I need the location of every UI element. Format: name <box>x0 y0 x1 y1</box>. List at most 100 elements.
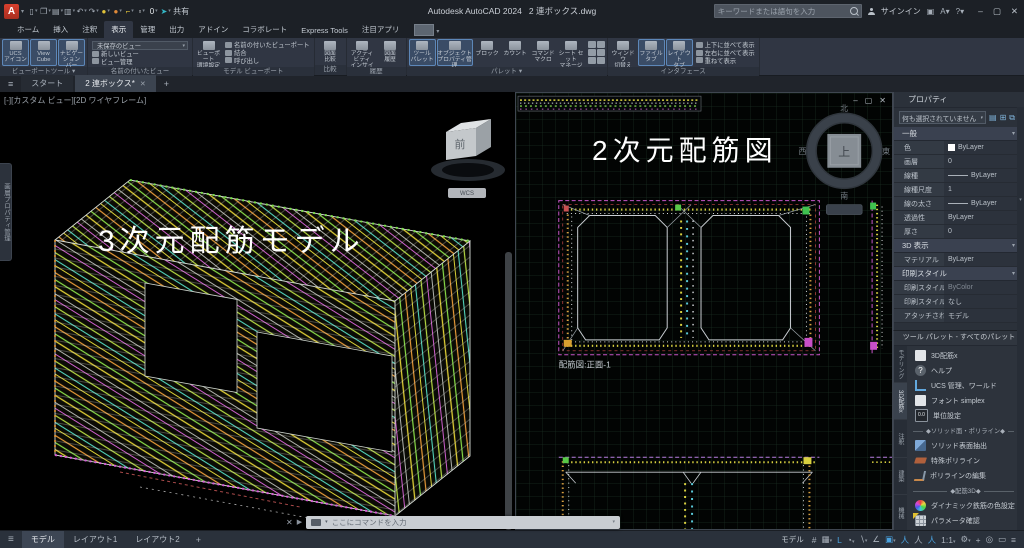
vp-restore-icon[interactable]: ▢ <box>865 96 873 105</box>
count-button[interactable]: カウント <box>502 39 529 66</box>
activity-insights-button[interactable]: アクティビティ インサイト <box>349 39 376 66</box>
annotation-monitor-icon[interactable]: +▾ <box>976 535 981 545</box>
sheet-set-manager-button[interactable]: シート セット マネージャ <box>558 39 585 66</box>
bulb-on-icon[interactable]: ●▾ <box>100 6 111 17</box>
share-icon[interactable]: ➤▾ <box>160 6 171 17</box>
viewport-2d-window[interactable]: 配筋図:正面-1 <box>515 92 893 530</box>
quick-select-icon[interactable]: ⧉ <box>1009 113 1015 123</box>
isodraft-icon[interactable]: ∖▾ <box>859 534 867 545</box>
command-macros-button[interactable]: コマンド マクロ <box>530 39 557 66</box>
annotation-autoscale-icon[interactable]: 人▾ <box>914 534 923 546</box>
section-plot-style[interactable]: 印刷スタイル▾ <box>894 267 1024 281</box>
tool-palette-tab[interactable]: 機械 <box>894 495 907 530</box>
property-row[interactable]: 印刷スタイル テ... なし <box>894 295 1024 309</box>
viewcube-toggle[interactable]: View Cube <box>30 39 57 66</box>
drawing-compare-button[interactable]: 図面 比較 <box>317 39 344 64</box>
promo-caret-icon[interactable]: ▾ <box>436 28 439 35</box>
logo-caret-icon[interactable]: ▾ <box>21 8 24 15</box>
restore-viewports-button[interactable]: 呼び出し <box>225 57 310 65</box>
section-general[interactable]: 一般▾ <box>894 127 1024 141</box>
signin-button[interactable]: サインイン <box>881 6 921 17</box>
vp-close-icon[interactable]: ✕ <box>879 96 886 105</box>
tool-palette-item[interactable]: ソリッド表面抽出 <box>907 438 1024 453</box>
blocks-button[interactable]: ブロック <box>474 39 501 66</box>
tool-palette-title[interactable]: ツール パレット - すべてのパレット <box>894 331 1024 346</box>
bulb-off-icon[interactable]: ●▾ <box>112 6 123 17</box>
tool-palette-item[interactable]: ヘルプ <box>907 363 1024 378</box>
properties-title[interactable]: プロパティ <box>894 92 1024 108</box>
dynamic-input-icon[interactable]: L▾ <box>837 535 842 545</box>
viewport-controls-label[interactable]: [-][カスタム ビュー][2D ワイヤフレーム] <box>4 95 146 106</box>
new-tab-button[interactable]: + <box>158 79 175 92</box>
object-snap-icon[interactable]: ▣▾ <box>885 534 896 545</box>
toggle-pickadd-icon[interactable]: ▤ <box>989 113 997 122</box>
tool-palette-tab[interactable]: 建築 <box>894 458 907 495</box>
autocad-logo-icon[interactable]: A <box>4 4 19 19</box>
open-icon[interactable]: ❒▾ <box>40 6 51 17</box>
ribbon-tab[interactable]: 注目アプリ <box>355 21 407 38</box>
vp-minimize-icon[interactable]: – <box>853 96 857 105</box>
viewcube-2d[interactable]: 上 北 南 西 東 <box>799 104 891 214</box>
app-promo-thumbnail[interactable] <box>414 24 434 36</box>
selection-dropdown[interactable]: 何も選択されていません▾ <box>899 111 986 124</box>
tool-palette-item[interactable]: ◆配筋3D◆ <box>907 483 1024 498</box>
ribbon-tab[interactable]: 挿入 <box>46 21 75 38</box>
layer-properties-collapsed-tab[interactable]: 画層プロパティ管理 <box>0 163 12 261</box>
ribbon-tab[interactable]: Express Tools <box>294 23 355 38</box>
new-icon[interactable]: ▯▾ <box>28 6 39 17</box>
property-row[interactable]: アタッチされた印... モデル <box>894 309 1024 323</box>
layout-tab[interactable]: モデル <box>22 531 64 548</box>
tool-palette-item[interactable]: パラメータ確認 <box>907 513 1024 528</box>
property-row[interactable]: 印刷スタイル ByColor <box>894 281 1024 295</box>
command-customize-icon[interactable]: ▶ <box>297 518 302 526</box>
tool-palette-item[interactable]: 特殊ポリライン <box>907 453 1024 468</box>
viewcube-3d[interactable]: 前 WCS <box>431 119 505 198</box>
layout-menu-icon[interactable]: ≡ <box>0 534 22 545</box>
tool-palette-item[interactable]: ポリラインの編集 <box>907 468 1024 483</box>
view-manager-button[interactable]: ビュー管理 <box>92 58 188 66</box>
tool-palette-item[interactable]: 単位設定 <box>907 408 1024 423</box>
viewport-config-button[interactable]: ビューポート 環境設定▾ <box>195 39 222 66</box>
share-label[interactable]: 共有 <box>173 6 189 17</box>
close-button[interactable]: ✕ <box>1011 6 1018 17</box>
command-caret-icon[interactable]: ▾ <box>325 519 328 525</box>
property-row[interactable]: 厚さ 0 <box>894 225 1024 239</box>
store-cart-icon[interactable]: ▣ <box>927 7 935 16</box>
properties-toggle[interactable]: オブジェクト プロパティ管理 <box>437 39 473 66</box>
property-row[interactable]: 画層 0 <box>894 155 1024 169</box>
model-space-label[interactable]: モデル▾ <box>781 534 804 545</box>
new-layout-button[interactable]: + <box>189 535 208 545</box>
tool-palette-item[interactable]: ダイナミック鉄筋の色設定 <box>907 498 1024 513</box>
file-tab-menu-icon[interactable]: ≡ <box>0 79 21 92</box>
ribbon-tab[interactable]: 出力 <box>162 21 191 38</box>
tool-palette-tab[interactable]: 3D配筋x <box>894 383 907 420</box>
navbar-toggle[interactable]: ナビゲーション バー <box>58 39 85 66</box>
ribbon-tab[interactable]: アドイン <box>191 21 235 38</box>
ribbon-tab[interactable]: コラボレート <box>235 21 294 38</box>
command-close-icon[interactable]: ✕ <box>286 518 293 527</box>
grid-icon[interactable]: #▾ <box>812 535 817 545</box>
undo-icon[interactable]: ↶▾ <box>76 6 87 17</box>
current-layer[interactable]: 0▾ <box>148 6 159 17</box>
layout-tab[interactable]: レイアウト1 <box>64 531 126 548</box>
graphics-performance-icon[interactable]: ▭▾ <box>998 534 1006 545</box>
cascade-button[interactable]: 重ねて表示 <box>696 57 755 65</box>
tool-palette-item[interactable]: 3D配筋x <box>907 348 1024 363</box>
annotation-visibility-icon[interactable]: 人▾ <box>901 534 910 546</box>
layout-tab[interactable]: レイアウト2 <box>126 531 188 548</box>
tool-palette-tab[interactable]: 注釈 <box>894 420 907 457</box>
tab-close-icon[interactable]: ✕ <box>140 80 146 88</box>
workspace-icon[interactable]: ⚙▾ <box>960 534 970 545</box>
tool-palette-tab[interactable]: モデリング <box>894 346 907 383</box>
property-row[interactable]: 色 ByLayer <box>894 141 1024 155</box>
polar-tracking-icon[interactable]: ◔▾ <box>847 535 855 545</box>
property-row[interactable]: マテリアル ByLayer <box>894 253 1024 267</box>
unlock-icon[interactable]: ⌐▾ <box>124 6 135 17</box>
tab-start[interactable]: スタート <box>21 75 73 92</box>
isolate-objects-icon[interactable]: ◎▾ <box>986 534 993 545</box>
redo-icon[interactable]: ↷▾ <box>88 6 99 17</box>
palette-extra-icons[interactable] <box>588 39 605 66</box>
annotation-scale-value[interactable]: 1:1▾ <box>941 535 955 545</box>
viewport-3d[interactable]: 前 WCS [-][カスタム ビュー][2D ワイヤフレーム] 3次元配筋モデル <box>0 92 515 530</box>
ribbon-tab[interactable]: 注釈 <box>75 21 104 38</box>
